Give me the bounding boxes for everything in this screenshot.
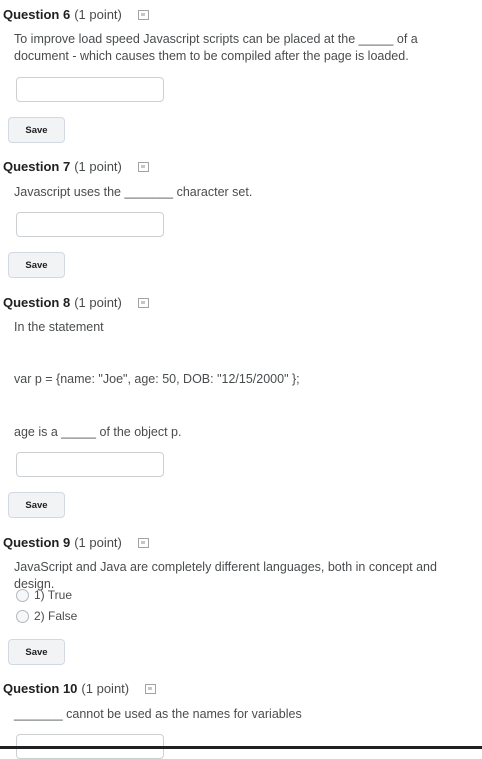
option-label: 2) False — [34, 609, 78, 623]
bookmark-flag-icon[interactable] — [137, 161, 149, 172]
question-points: (1 point) — [74, 159, 122, 174]
question-6-text: To improve load speed Javascript scripts… — [14, 32, 418, 63]
question-title: Question 9 — [3, 535, 71, 550]
question-points: (1 point) — [74, 535, 122, 550]
question-8-text: In the statement — [14, 320, 104, 334]
bookmark-flag-icon[interactable] — [137, 9, 149, 20]
question-6-header: Question 6 (1 point) — [3, 7, 149, 22]
question-7-save-button[interactable]: Save — [8, 252, 65, 278]
question-9-header: Question 9 (1 point) — [3, 535, 149, 550]
question-9-save-button[interactable]: Save — [8, 639, 65, 665]
bookmark-flag-icon[interactable] — [145, 683, 157, 694]
question-title: Question 10 — [3, 681, 78, 696]
question-8-answer-input[interactable] — [16, 452, 164, 477]
question-6-answer-input[interactable] — [16, 77, 164, 102]
question-8-header: Question 8 (1 point) — [3, 295, 149, 310]
radio-button[interactable] — [16, 588, 29, 602]
question-7-answer-input[interactable] — [16, 212, 164, 237]
question-7-header: Question 7 (1 point) — [3, 159, 149, 174]
question-8-text-2: age is a _____ of the object p. — [14, 425, 182, 439]
question-9-text: JavaScript and Java are completely diffe… — [14, 560, 437, 591]
bookmark-flag-icon[interactable] — [137, 297, 149, 308]
option-label: 1) True — [34, 588, 73, 602]
question-points: (1 point) — [74, 295, 122, 310]
question-points: (1 point) — [74, 7, 122, 22]
question-6-save-button[interactable]: Save — [8, 117, 65, 143]
question-title: Question 6 — [3, 7, 71, 22]
question-10-header: Question 10 (1 point) — [3, 681, 157, 696]
question-points: (1 point) — [81, 681, 130, 696]
question-title: Question 7 — [3, 159, 71, 174]
question-8-save-button[interactable]: Save — [8, 492, 65, 518]
bookmark-flag-icon[interactable] — [137, 537, 149, 548]
question-7-text: Javascript uses the _______ character se… — [14, 185, 253, 199]
option-true[interactable]: 1) True — [16, 588, 72, 602]
option-false[interactable]: 2) False — [16, 609, 77, 623]
question-title: Question 8 — [3, 295, 71, 310]
question-8-code: var p = {name: "Joe", age: 50, DOB: "12/… — [14, 372, 300, 386]
question-10-text: _______ cannot be used as the names for … — [14, 707, 302, 721]
radio-button[interactable] — [16, 609, 29, 623]
